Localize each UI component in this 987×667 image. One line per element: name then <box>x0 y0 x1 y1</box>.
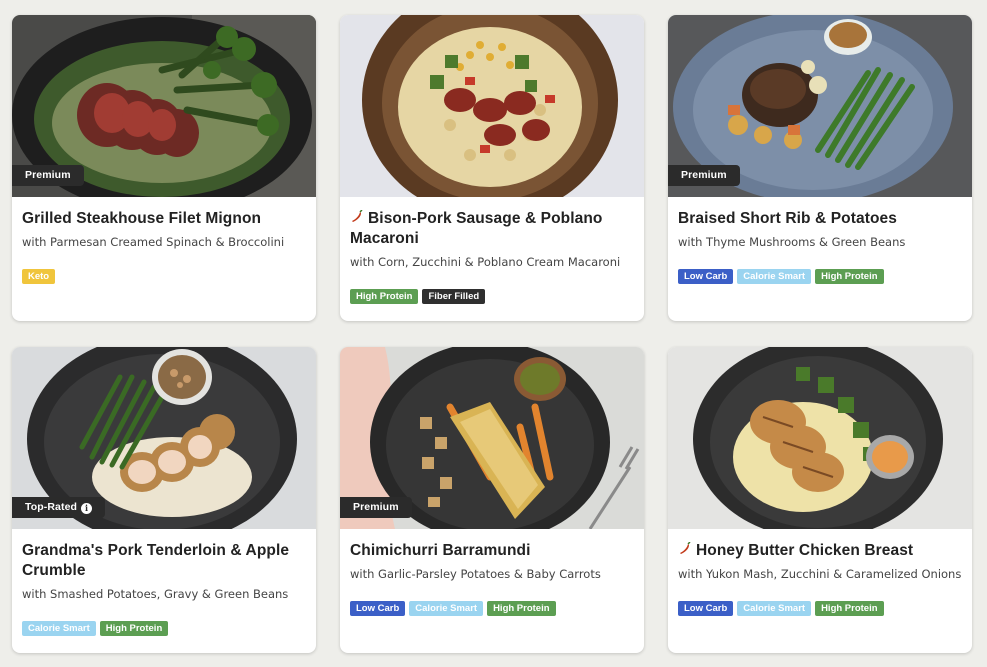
tag-high-protein: High Protein <box>350 289 419 304</box>
meal-title[interactable]: Grilled Steakhouse Filet Mignon <box>22 209 306 229</box>
meal-subtitle: with Garlic-Parsley Potatoes & Baby Carr… <box>350 567 601 581</box>
meal-title[interactable]: Grandma's Pork Tenderloin & Apple Crumbl… <box>22 541 306 581</box>
tag-fiber-filled: Fiber Filled <box>422 289 486 304</box>
tag-list: Keto <box>22 264 306 284</box>
tag-list: Low Carb Calorie Smart High Protein <box>350 596 634 616</box>
tag-list: High Protein Fiber Filled <box>350 284 634 304</box>
tag-list: Low Carb Calorie Smart High Protein <box>678 264 962 284</box>
premium-badge: Premium <box>340 497 412 518</box>
tag-list: Low Carb Calorie Smart High Protein <box>678 596 962 616</box>
tag-high-protein: High Protein <box>815 269 884 284</box>
badge-label: Top-Rated <box>25 501 78 513</box>
tag-list: Calorie Smart High Protein <box>22 616 306 636</box>
meal-card[interactable]: Honey Butter Chicken Breast with Yukon M… <box>668 347 972 653</box>
meal-photo: Premium <box>668 15 972 197</box>
chili-pepper-icon <box>352 210 363 222</box>
tag-calorie-smart: Calorie Smart <box>409 601 484 616</box>
tag-calorie-smart: Calorie Smart <box>737 601 812 616</box>
meal-title[interactable]: Honey Butter Chicken Breast <box>678 541 962 561</box>
meal-subtitle: with Yukon Mash, Zucchini & Caramelized … <box>678 567 962 581</box>
meal-card[interactable]: Premium Braised Short Rib & Potatoes wit… <box>668 15 972 321</box>
meal-card[interactable]: Premium Chimichurri Barramundi with Garl… <box>340 347 644 653</box>
premium-badge: Premium <box>12 165 84 186</box>
meal-subtitle: with Parmesan Creamed Spinach & Broccoli… <box>22 235 285 249</box>
tag-high-protein: High Protein <box>99 621 169 636</box>
meal-photo: Premium <box>12 15 316 197</box>
meal-title[interactable]: Braised Short Rib & Potatoes <box>678 209 962 229</box>
tag-low-carb: Low Carb <box>350 601 406 616</box>
tag-low-carb: Low Carb <box>678 269 734 284</box>
tag-high-protein: High Protein <box>487 601 556 616</box>
premium-badge: Premium <box>668 165 740 186</box>
meal-photo: Premium <box>340 347 644 529</box>
meal-grid: Premium Grilled Steakhouse Filet Mignon … <box>0 0 987 667</box>
meal-title[interactable]: Bison-Pork Sausage & Poblano Macaroni <box>350 209 634 249</box>
info-icon[interactable]: i <box>81 503 93 514</box>
meal-card[interactable]: Bison-Pork Sausage & Poblano Macaroni wi… <box>340 15 644 321</box>
tag-calorie-smart: Calorie Smart <box>22 621 96 636</box>
tag-low-carb: Low Carb <box>678 601 734 616</box>
meal-subtitle: with Smashed Potatoes, Gravy & Green Bea… <box>22 587 289 601</box>
meal-title[interactable]: Chimichurri Barramundi <box>350 541 634 561</box>
meal-photo <box>668 347 972 529</box>
chili-pepper-icon <box>680 542 691 554</box>
meal-subtitle: with Thyme Mushrooms & Green Beans <box>678 235 906 249</box>
meal-subtitle: with Corn, Zucchini & Poblano Cream Maca… <box>350 255 621 269</box>
meal-title-text: Bison-Pork Sausage & Poblano Macaroni <box>350 210 603 247</box>
meal-photo <box>340 15 644 197</box>
tag-keto: Keto <box>22 269 56 284</box>
tag-high-protein: High Protein <box>815 601 884 616</box>
top-rated-badge[interactable]: Top-Rated i <box>12 497 106 518</box>
meal-card[interactable]: Premium Grilled Steakhouse Filet Mignon … <box>12 15 316 321</box>
tag-calorie-smart: Calorie Smart <box>737 269 812 284</box>
meal-photo: Top-Rated i <box>12 347 316 529</box>
meal-title-text: Honey Butter Chicken Breast <box>696 542 914 559</box>
meal-card[interactable]: Top-Rated i Grandma's Pork Tenderloin & A… <box>12 347 316 653</box>
